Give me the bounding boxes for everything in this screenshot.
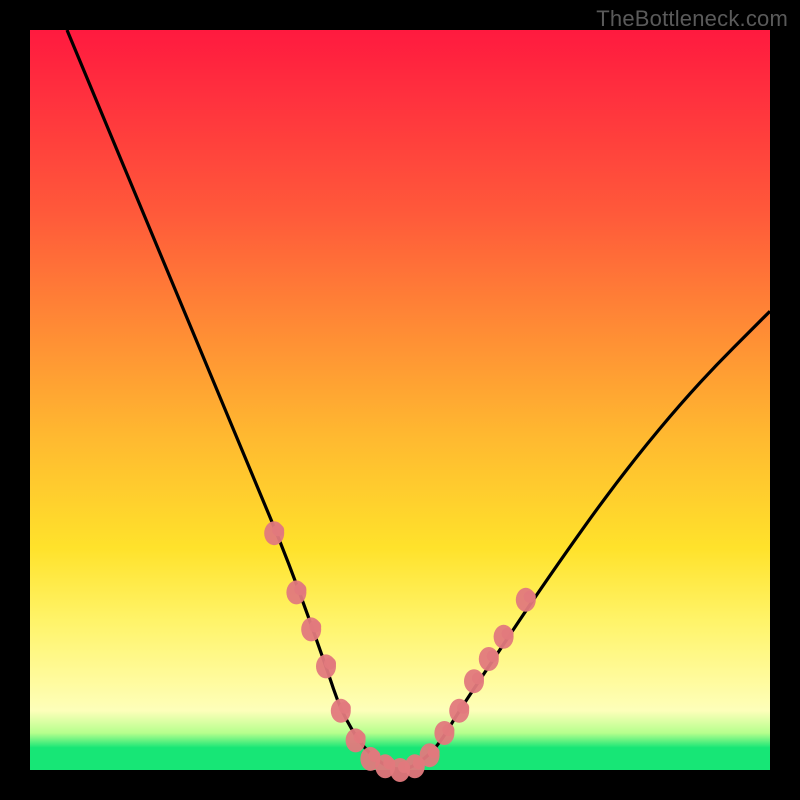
curve-marker xyxy=(301,617,321,641)
curve-marker xyxy=(346,728,366,752)
curve-marker xyxy=(420,743,440,767)
markers-layer xyxy=(264,521,536,782)
chart-frame: TheBottleneck.com xyxy=(0,0,800,800)
curve-marker xyxy=(434,721,454,745)
watermark-text: TheBottleneck.com xyxy=(596,6,788,32)
chart-svg xyxy=(30,30,770,770)
bottleneck-curve xyxy=(67,30,770,769)
curve-marker xyxy=(516,588,536,612)
curve-layer xyxy=(67,30,770,769)
curve-marker xyxy=(494,625,514,649)
curve-marker xyxy=(449,699,469,723)
curve-marker xyxy=(331,699,351,723)
curve-marker xyxy=(464,669,484,693)
curve-marker xyxy=(316,654,336,678)
curve-marker xyxy=(286,580,306,604)
plot-area xyxy=(30,30,770,770)
curve-marker xyxy=(264,521,284,545)
curve-marker xyxy=(479,647,499,671)
